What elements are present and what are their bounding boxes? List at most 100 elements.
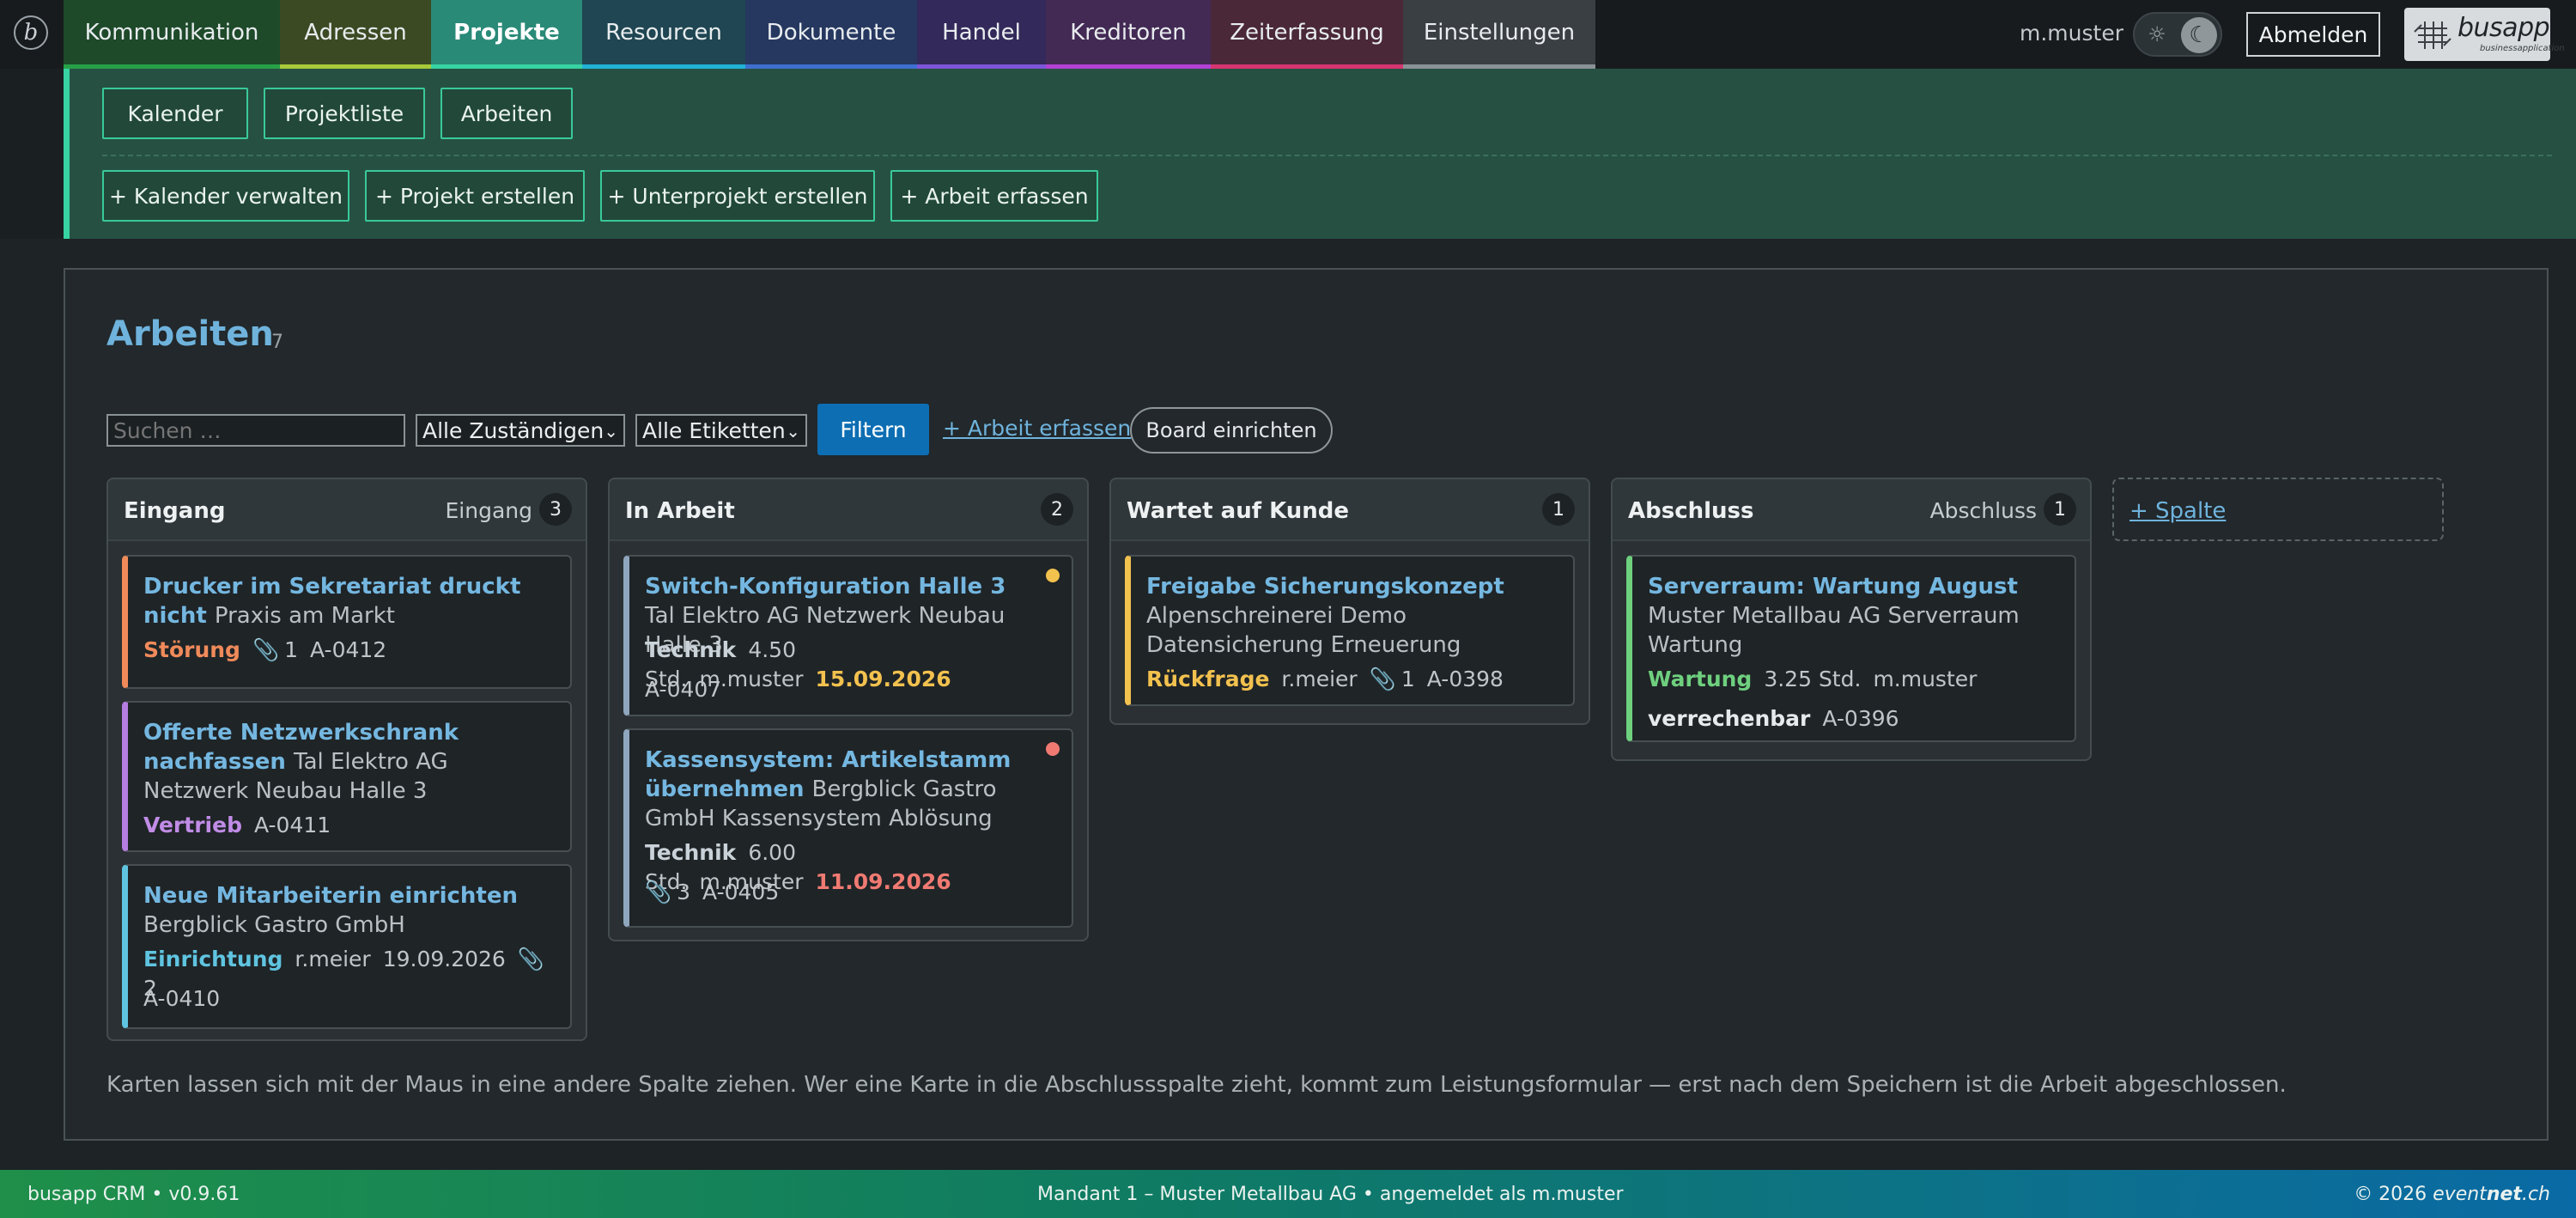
paperclip-icon: 📎	[645, 880, 672, 904]
column-title: Wartet auf Kunde	[1127, 498, 1350, 524]
work-card[interactable]: Offerte Netzwerkschrank nachfassen Tal E…	[122, 701, 572, 852]
column-header: Abschluss Abschluss 1	[1613, 479, 2090, 541]
card-title-block[interactable]: Drucker im Sekretariat druckt nicht Prax…	[143, 572, 538, 630]
priority-dot	[1046, 742, 1060, 756]
add-column-box[interactable]: + Spalte	[2112, 478, 2444, 541]
board-setup-button[interactable]: Board einrichten	[1130, 407, 1333, 454]
work-card[interactable]: Serverraum: Wartung August Muster Metall…	[1626, 555, 2076, 742]
app-logo-icon[interactable]: b	[14, 15, 48, 50]
assignee-select-value: Alle Zuständigen	[422, 417, 605, 443]
subnav-button-3[interactable]: + Arbeit erfassen	[890, 170, 1098, 222]
subnav-button-1[interactable]: Projektliste	[264, 88, 425, 139]
work-card[interactable]: Kassensystem: Artikelstamm übernehmen Be…	[623, 728, 1073, 928]
card-label-tag[interactable]: Technik	[645, 637, 736, 662]
nav-tab-kommunikation[interactable]: Kommunikation	[64, 0, 280, 69]
nav-tab-kreditoren[interactable]: Kreditoren	[1046, 0, 1211, 69]
column-status-label: Eingang	[445, 498, 533, 523]
footer-version: busapp CRM • v0.9.61	[27, 1184, 240, 1205]
nav-tab-zeiterfassung[interactable]: Zeiterfassung	[1211, 0, 1403, 69]
column-count-badge: 2	[1041, 493, 1073, 526]
card-attachment-count: 1	[284, 637, 298, 662]
label-select[interactable]: Alle Etiketten ⌄	[635, 414, 807, 447]
subnav-button-1[interactable]: + Projekt erstellen	[365, 170, 585, 222]
paperclip-icon: 📎	[1369, 667, 1396, 691]
current-user: m.muster	[2020, 21, 2123, 46]
work-card[interactable]: Drucker im Sekretariat druckt nicht Prax…	[122, 555, 572, 689]
card-attachment-count: 3	[677, 880, 691, 904]
kanban-column-abschluss: Abschluss Abschluss 1 Serverraum: Wartung A…	[1611, 478, 2092, 761]
work-count: 7	[271, 332, 283, 353]
page-title: Arbeiten	[106, 314, 274, 354]
nav-tab-handel[interactable]: Handel	[917, 0, 1046, 69]
card-label-tag[interactable]: Rückfrage	[1146, 667, 1269, 691]
kanban-column-eingang: Eingang Eingang 3 Drucker im Sekretariat dr…	[106, 478, 587, 1041]
kanban-column-in-arbeit: In Arbeit 2 Switch-Konfiguration Halle 3 T…	[608, 478, 1089, 941]
card-id: A-0412	[310, 637, 387, 662]
add-column-link[interactable]: + Spalte	[2129, 498, 2226, 524]
card-title[interactable]: Neue Mitarbeiterin einrichten	[143, 883, 518, 909]
assignee-select[interactable]: Alle Zuständigen ⌄	[416, 414, 625, 447]
card-meta-second: A-0410	[143, 984, 232, 1014]
footer-tenant: Mandant 1 – Muster Metallbau AG • angeme…	[1037, 1184, 1624, 1205]
kanban-column-wartet-auf-kunde: Wartet auf Kunde 1 Freigabe Sicherungskonz…	[1109, 478, 1590, 725]
dark-mode-knob[interactable]: ☾	[2181, 17, 2217, 53]
footer: busapp CRM • v0.9.61 Mandant 1 – Muster …	[0, 1170, 2576, 1218]
theme-toggle[interactable]: ☼ ☾	[2133, 12, 2222, 57]
column-status-label: Abschluss	[1929, 498, 2037, 523]
card-title-block[interactable]: Kassensystem: Artikelstamm übernehmen Be…	[645, 746, 1040, 833]
subnav-button-0[interactable]: Kalender	[102, 88, 248, 139]
paperclip-icon: 📎	[252, 637, 280, 662]
subnav-button-2[interactable]: Arbeiten	[440, 88, 573, 139]
logout-button[interactable]: Abmelden	[2246, 12, 2380, 57]
card-hours: 3.25 Std.	[1764, 667, 1862, 691]
card-title-block[interactable]: Neue Mitarbeiterin einrichten Bergblick …	[143, 881, 538, 940]
work-card[interactable]: Freigabe Sicherungskonzept Alpenschreine…	[1125, 555, 1575, 706]
brand-mark-icon	[2414, 21, 2451, 49]
card-title[interactable]: Serverraum: Wartung August	[1648, 574, 2018, 600]
card-label-tag[interactable]: Einrichtung	[143, 947, 283, 971]
column-title: Eingang	[124, 498, 226, 524]
footer-copyright[interactable]: © 2026 eventnet.ch	[2354, 1184, 2550, 1205]
nav-tab-adressen[interactable]: Adressen	[280, 0, 431, 69]
card-meta: Rückfrage r.meier 📎 1 A-0398	[1146, 665, 1516, 694]
card-title-block[interactable]: Serverraum: Wartung August Muster Metall…	[1648, 572, 2043, 660]
chevron-down-icon: ⌄	[786, 421, 800, 442]
card-subtitle: Bergblick Gastro GmbH	[143, 912, 405, 938]
card-label-tag[interactable]: Störung	[143, 637, 240, 662]
footer-brand-part: .ch	[2521, 1184, 2550, 1205]
nav-tab-einstellungen[interactable]: Einstellungen	[1403, 0, 1595, 69]
subnav-button-2[interactable]: + Unterprojekt erstellen	[600, 170, 875, 222]
card-label-tag[interactable]: Vertrieb	[143, 813, 242, 837]
nav-tab-resourcen[interactable]: Resourcen	[582, 0, 745, 69]
card-title[interactable]: Freigabe Sicherungskonzept	[1146, 574, 1504, 600]
sun-icon[interactable]: ☼	[2143, 21, 2171, 48]
subnav-button-0[interactable]: + Kalender verwalten	[102, 170, 349, 222]
drag-hint: Karten lassen sich mit der Maus in eine …	[106, 1072, 2287, 1098]
subnav-views: Kalender Projektliste Arbeiten	[102, 88, 573, 139]
card-assignee: r.meier	[1281, 667, 1358, 691]
top-navigation: b Kommunikation Adressen Projekte Resourcen…	[0, 0, 2576, 69]
search-input[interactable]	[106, 414, 405, 447]
card-due-date: 11.09.2026	[815, 869, 951, 894]
footer-brand-part: net	[2486, 1184, 2522, 1205]
add-work-link[interactable]: + Arbeit erfassen	[943, 416, 1131, 441]
work-card[interactable]: Neue Mitarbeiterin einrichten Bergblick …	[122, 864, 572, 1029]
card-title-block[interactable]: Freigabe Sicherungskonzept Alpenschreine…	[1146, 572, 1541, 660]
nav-tab-projekte[interactable]: Projekte	[431, 0, 582, 69]
work-card[interactable]: Switch-Konfiguration Halle 3 Tal Elektro…	[623, 555, 1073, 716]
card-meta-second: verrechenbar A-0396	[1648, 704, 1911, 734]
footer-brand-part: event	[2433, 1184, 2487, 1205]
card-title[interactable]: Switch-Konfiguration Halle 3	[645, 574, 1005, 600]
card-subtitle: Praxis am Markt	[214, 603, 395, 629]
card-assignee: m.muster	[1873, 667, 1978, 691]
column-count-badge: 3	[539, 493, 572, 526]
brand-name: busapp	[2458, 13, 2550, 43]
filter-button[interactable]: Filtern	[817, 404, 929, 455]
column-header: Wartet auf Kunde 1	[1111, 479, 1589, 541]
card-title-block[interactable]: Offerte Netzwerkschrank nachfassen Tal E…	[143, 718, 538, 806]
card-label-tag[interactable]: Technik	[645, 840, 736, 865]
card-label-tag[interactable]: Wartung	[1648, 667, 1752, 691]
card-meta-second: 📎 3 A-0405	[645, 878, 791, 907]
nav-tab-dokumente[interactable]: Dokumente	[745, 0, 917, 69]
column-header: Eingang Eingang 3	[108, 479, 586, 541]
